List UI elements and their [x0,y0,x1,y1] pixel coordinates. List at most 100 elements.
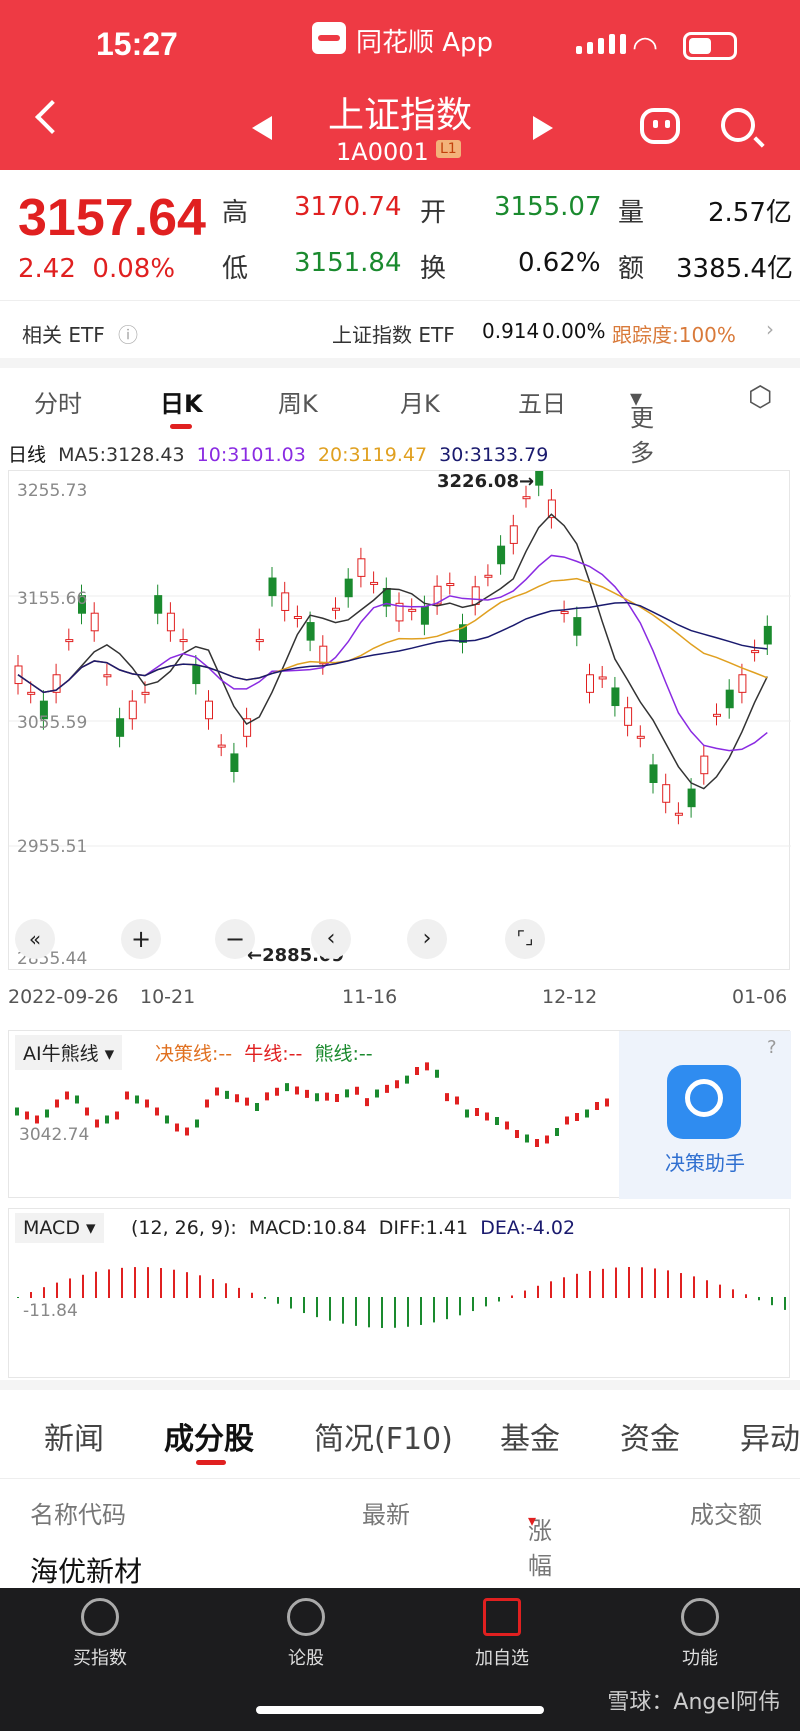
macd-bar [43,1287,45,1298]
search-icon[interactable] [721,108,755,142]
tab-monthly-k[interactable]: 月K [400,384,440,419]
macd-bar [537,1285,539,1298]
candle [471,586,480,605]
zoom-in-icon[interactable]: + [121,919,161,959]
tab-fund[interactable]: 基金 [500,1414,560,1458]
assistant-robot-icon[interactable] [640,108,680,144]
wifi-icon: ◠ [632,30,659,65]
battery-icon [683,32,737,60]
related-etf-row[interactable]: 相关 ETF ⓘ 上证指数 ETF 0.914 0.00% 跟踪度:100% › [0,300,800,360]
candle [624,707,633,726]
mini-candle [425,1062,429,1071]
zoom-out-icon[interactable]: − [215,919,255,959]
macd-bar [615,1267,617,1298]
macd-bar [264,1297,266,1299]
col-amount[interactable]: 成交额 [690,1495,762,1530]
tab-five-day[interactable]: 五日 [518,384,566,419]
scroll-right-icon[interactable]: › [407,919,447,959]
mini-candle [515,1130,519,1138]
ai-bull-bear-panel: AI牛熊线 ▾ 决策线:-- 牛线:-- 熊线:-- 3042.74 决策助手 … [8,1030,791,1199]
macd-bar [524,1290,526,1298]
candle [27,691,36,695]
macd-panel: MACD ▾ (12, 26, 9): MACD:10.84 DIFF:1.41… [8,1208,790,1378]
macd-bar [108,1269,110,1298]
scroll-left-icon[interactable]: ‹ [311,919,351,959]
macd-bar [550,1281,552,1298]
mini-candle [525,1134,529,1143]
help-icon[interactable]: ⓘ [118,319,138,348]
tab-news[interactable]: 新闻 [44,1414,104,1458]
turnover-label: 换 [420,254,447,284]
level-badge: L1 [436,140,461,158]
tab-f10[interactable]: 简况(F10) [314,1414,453,1458]
index-code: 1A0001 [336,138,429,166]
macd-bar [251,1292,253,1298]
col-last[interactable]: 最新 [362,1495,410,1530]
open-value: 3155.07 [494,192,602,222]
mini-candle [195,1119,199,1128]
mini-candle [215,1087,219,1096]
divider [0,358,800,368]
candle [370,581,379,585]
tab-daily-k[interactable]: 日K [160,384,203,419]
macd-bar [433,1297,435,1323]
mini-candle [475,1108,479,1116]
amount-label: 额 [618,254,645,284]
candle [281,592,290,611]
mini-candle [505,1121,509,1130]
tab-constituents[interactable]: 成分股 [164,1414,254,1458]
tab-weekly-k[interactable]: 周K [278,384,318,419]
etf-pct: 0.00% [542,319,606,343]
period-tabs: 分时 日K 周K 月K 五日 更多 ▾ ⬡ [0,370,800,467]
candle [687,788,696,808]
mini-candle [155,1107,159,1116]
candle [497,545,506,565]
discuss-button[interactable]: 论股 [246,1598,366,1670]
settings-hexagon-icon[interactable]: ⬡ [748,380,772,413]
ai-axis-label: 3042.74 [19,1125,90,1145]
macd-bar [381,1297,383,1328]
macd-bar [173,1269,175,1298]
buy-index-button[interactable]: 买指数 [40,1598,160,1670]
help-icon[interactable]: ? [767,1037,777,1058]
page-title: 上证指数 [327,95,472,136]
tab-more[interactable]: 更多 ▾ [630,384,654,467]
candle [268,577,277,597]
function-button[interactable]: 功能 [640,1598,760,1670]
bottom-bar: 买指数 论股 加自选 功能 雪球：Angel阿伟 [0,1588,800,1731]
macd-bar [316,1297,318,1318]
macd-bar [134,1267,136,1298]
tab-intraday[interactable]: 分时 [34,384,82,419]
ai-indicator-select[interactable]: AI牛熊线 ▾ [15,1035,123,1070]
mini-candle [55,1099,59,1108]
macd-indicator-select[interactable]: MACD ▾ [15,1213,104,1243]
candle [357,558,366,577]
mini-candle [45,1109,49,1118]
table-header: 名称代码 最新 涨幅 ▾ 成交额 [0,1478,800,1580]
mini-candle [495,1117,499,1125]
macd-bar [147,1267,149,1298]
macd-bar [511,1295,513,1298]
next-index-icon[interactable] [533,116,553,140]
add-watchlist-button[interactable]: 加自选 [442,1598,562,1670]
macd-legend: (12, 26, 9): MACD:10.84 DIFF:1.41 DEA:-4… [131,1217,576,1239]
macd-bar [394,1297,396,1328]
candle [141,691,150,695]
table-row[interactable]: 海优新材 [30,1550,142,1590]
fullscreen-icon[interactable]: ⌜⌟ [505,919,545,959]
macd-bar [654,1268,656,1298]
tab-anomaly[interactable]: 异动 [740,1414,800,1458]
mini-candle [485,1112,489,1121]
tab-capital[interactable]: 资金 [620,1414,680,1458]
mini-candle [15,1107,19,1116]
candle [509,525,518,544]
macd-bar [95,1271,97,1298]
rewind-icon[interactable]: « [15,919,55,959]
high-label: 高 [222,198,249,228]
app-logo-icon [312,22,346,54]
kline-chart[interactable]: 3255.73 3155.66 3055.59 2955.51 2855.44 … [8,456,791,970]
decision-assistant[interactable]: 决策助手 ? [619,1031,791,1199]
decision-assistant-icon [667,1065,741,1139]
macd-bar [225,1283,227,1298]
mini-candle [35,1115,39,1124]
